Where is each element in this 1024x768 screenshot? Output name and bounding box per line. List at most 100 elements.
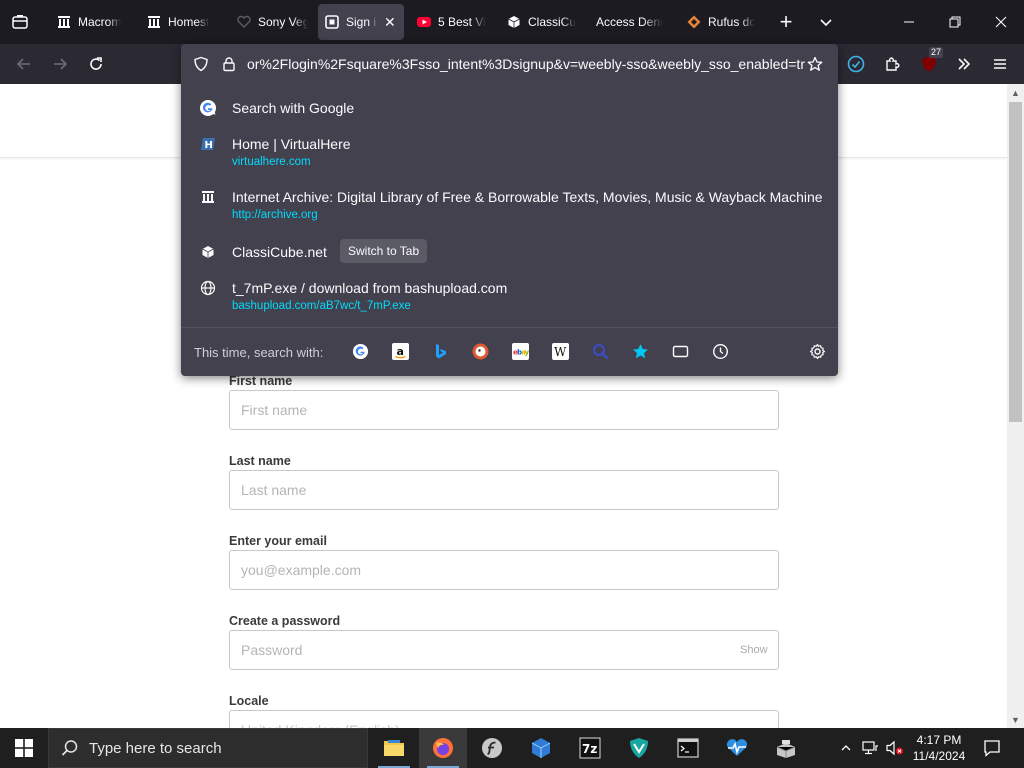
suggestion-search-google[interactable]: Search with Google [191, 99, 828, 123]
bing-icon[interactable] [431, 342, 449, 360]
more-tools-button[interactable] [952, 52, 976, 76]
taskbar-clock[interactable]: 4:17 PM 11/4/2024 [904, 732, 974, 764]
notifications-button[interactable] [978, 728, 1006, 768]
site-info-button[interactable] [221, 56, 237, 77]
menu-button[interactable] [988, 52, 1012, 76]
extension-check-button[interactable] [844, 52, 868, 76]
email-input[interactable] [229, 550, 779, 590]
volume-tray-button[interactable] [884, 728, 906, 768]
cube-icon [506, 14, 522, 30]
list-all-tabs-button[interactable] [814, 10, 838, 34]
arrow-right-icon [54, 58, 68, 70]
firefox-view-button[interactable] [8, 10, 32, 34]
suggestion-internet-archive[interactable]: Internet Archive: Digital Library of Fre… [191, 188, 828, 228]
app-cube-taskbar-button[interactable] [517, 728, 565, 768]
tab-label: Rufus dc [708, 15, 756, 29]
minimize-icon [904, 21, 914, 23]
tab-bar: Macrom Homest Sony Veg Sign i ✕ 5 Best V… [0, 0, 1024, 44]
youtube-icon [416, 14, 432, 30]
suggestion-bashupload[interactable]: t_7mP.exe / download from bashupload.com… [191, 279, 828, 319]
close-window-button[interactable] [978, 0, 1024, 44]
diamond-icon [686, 14, 702, 30]
tab-label: Access Deni [596, 15, 663, 29]
last-name-input[interactable] [229, 470, 779, 510]
tab-label: ClassiCu [528, 15, 577, 29]
reload-button[interactable] [84, 52, 108, 76]
forward-button[interactable] [48, 52, 72, 76]
start-button[interactable] [0, 728, 48, 768]
tab-access-denied[interactable]: Access Deni [590, 4, 674, 40]
scroll-down-icon[interactable]: ▼ [1007, 711, 1024, 728]
blue-cube-icon [531, 738, 551, 758]
heartbeat-icon [726, 739, 748, 756]
flash-taskbar-button[interactable] [468, 728, 516, 768]
tab-classicube[interactable]: ClassiCu [500, 4, 584, 40]
cube-icon [199, 243, 217, 261]
windows-logo-icon [15, 739, 33, 757]
firefox-view-icon [12, 15, 28, 29]
amazon-icon[interactable]: a [391, 342, 409, 360]
firefox-icon [433, 738, 453, 758]
suggestion-classicube[interactable]: ClassiCube.net Switch to Tab [191, 239, 828, 269]
extensions-button[interactable] [881, 52, 905, 76]
file-explorer-taskbar-button[interactable] [370, 728, 418, 768]
svg-text:H: H [205, 140, 213, 151]
tab-macrom[interactable]: Macrom [50, 4, 134, 40]
suggestion-title: Internet Archive: Digital Library of Fre… [232, 189, 823, 205]
close-tab-icon[interactable]: ✕ [384, 14, 396, 31]
tracking-protection-button[interactable] [193, 56, 209, 77]
search-tool-icon[interactable] [591, 342, 609, 360]
lock-icon [223, 57, 235, 72]
ublock-button[interactable]: 27 [917, 47, 944, 76]
tab-label: Macrom [78, 15, 122, 29]
tab-sign-in[interactable]: Sign i ✕ [318, 4, 404, 40]
volume-muted-icon [886, 740, 903, 756]
tab-5-best[interactable]: 5 Best Vi [410, 4, 494, 40]
suggestion-virtualhere[interactable]: H Home | VirtualHere virtualhere.com [191, 135, 828, 175]
bookmark-button[interactable] [807, 56, 823, 77]
tab-icon[interactable] [671, 342, 689, 360]
7zip-taskbar-button[interactable]: 7z [566, 728, 614, 768]
scroll-up-icon[interactable]: ▲ [1007, 84, 1024, 101]
extension-badge: 27 [929, 47, 944, 58]
password-input[interactable] [229, 630, 779, 670]
new-tab-button[interactable]: + [774, 10, 798, 34]
heart-icon [236, 14, 252, 30]
url-input[interactable] [247, 55, 805, 73]
firefox-taskbar-button[interactable] [419, 728, 467, 768]
show-password-button[interactable]: Show [740, 644, 768, 656]
network-tray-button[interactable] [860, 728, 882, 768]
tab-label: Sign i [346, 15, 377, 29]
restore-button[interactable] [932, 0, 978, 44]
minimize-button[interactable] [886, 0, 932, 44]
monitor-app-taskbar-button[interactable] [713, 728, 761, 768]
terminal-taskbar-button[interactable] [664, 728, 712, 768]
page-scrollbar[interactable]: ▲ ▼ [1007, 84, 1024, 728]
suggestion-title: t_7mP.exe / download from bashupload.com [232, 280, 508, 296]
duckduckgo-icon[interactable] [471, 342, 489, 360]
suggestion-url: http://archive.org [232, 209, 318, 221]
ebay-icon[interactable]: ebay [511, 342, 529, 360]
show-hidden-icons-button[interactable] [836, 728, 856, 768]
arrow-left-icon [16, 58, 30, 70]
wikipedia-icon[interactable]: W [551, 342, 569, 360]
back-button[interactable] [12, 52, 36, 76]
archive-icon [56, 14, 72, 30]
bookmark-star-icon[interactable] [631, 342, 649, 360]
search-with-label: This time, search with: [194, 345, 324, 360]
gear-icon[interactable] [808, 342, 826, 360]
scrollbar-thumb[interactable] [1009, 102, 1022, 422]
suggestion-url: virtualhere.com [232, 156, 311, 168]
first-name-input[interactable] [229, 390, 779, 430]
star-icon [807, 56, 823, 71]
tab-sony-vegas[interactable]: Sony Veg [230, 4, 314, 40]
history-clock-icon[interactable] [711, 342, 729, 360]
tab-rufus[interactable]: Rufus dc [680, 4, 764, 40]
tab-homest[interactable]: Homest [140, 4, 224, 40]
shield-app-taskbar-button[interactable] [615, 728, 663, 768]
taskbar-search-box[interactable]: Type here to search [48, 728, 368, 768]
google-icon[interactable] [351, 342, 369, 360]
hamburger-icon [994, 59, 1006, 69]
installer-taskbar-button[interactable] [762, 728, 810, 768]
chevron-up-icon [841, 745, 851, 751]
